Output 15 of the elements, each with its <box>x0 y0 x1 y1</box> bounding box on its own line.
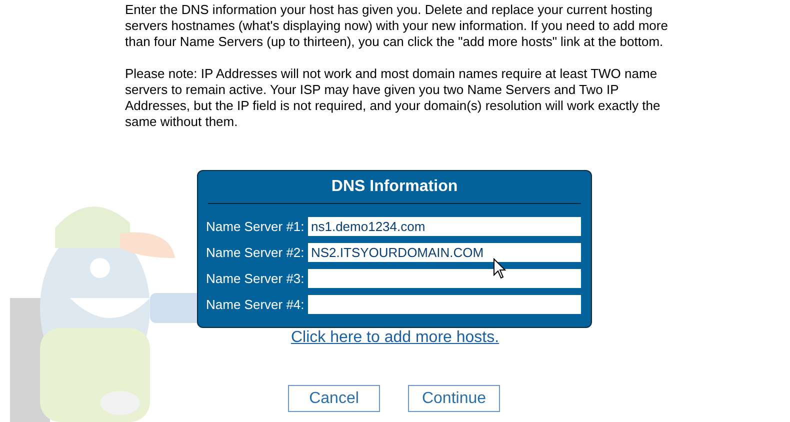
field-label: Name Server #1: <box>206 218 306 234</box>
panel-title: DNS Information <box>331 179 458 195</box>
instructions-paragraph: Enter the DNS information your host has given you. Delete and replace your current hosting servers hostnames (what's displaying now) with your new information. If you need to add more than four Name Servers (up to thirteen), you can click the "add more hosts" link at the bottom. <box>125 2 669 50</box>
name-server-field[interactable]: ns1.demo1234.com <box>308 217 581 236</box>
form-button[interactable]: Continue <box>408 385 500 412</box>
add-hosts-link[interactable]: Click here to add more hosts. <box>290 328 500 348</box>
field-label: Name Server #3: <box>206 270 306 286</box>
field-label: Name Server #2: <box>206 244 306 260</box>
form-button[interactable]: Cancel <box>288 385 380 412</box>
field-label: Name Server #4: <box>206 296 306 312</box>
instructions-paragraph: Please note: IP Addresses will not work and most domain names require at least TWO name servers to remain active. Your ISP may have given you two Name Servers and Two IP Addresses, but the IP field is not required, and your domain(s) resolution will work exactly the same without them. <box>125 66 662 130</box>
name-server-field[interactable]: NS2.ITSYOURDOMAIN.COM <box>308 243 581 262</box>
mouse-pointer-icon <box>493 258 506 279</box>
name-server-field[interactable] <box>308 295 581 314</box>
name-server-field[interactable] <box>308 269 581 288</box>
